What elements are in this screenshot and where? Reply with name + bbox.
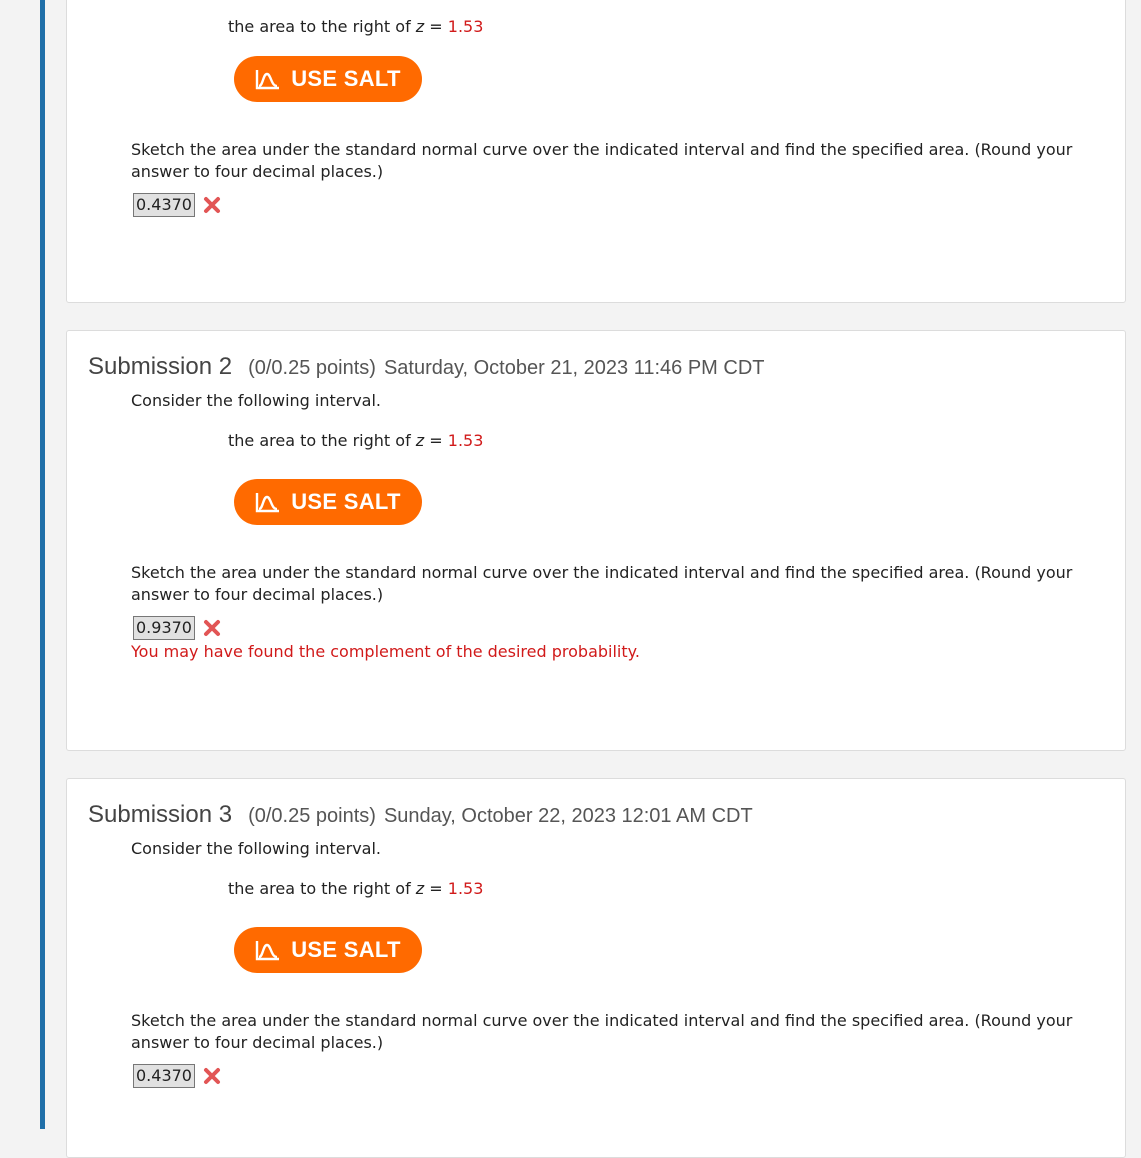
interval-statement: the area to the right of z = 1.53 xyxy=(228,879,483,898)
salt-curve-icon xyxy=(256,70,280,90)
interval-equals: = xyxy=(424,879,448,898)
submission-title: Submission 2 xyxy=(88,353,233,380)
use-salt-button[interactable]: USE SALT xyxy=(234,927,422,973)
interval-variable: z xyxy=(415,879,425,898)
interval-statement: the area to the right of z = 1.53 xyxy=(228,17,483,36)
interval-equals: = xyxy=(424,17,448,36)
submission-header: Submission 2 (0/0.25 points) Saturday, Oct… xyxy=(88,353,765,381)
use-salt-button[interactable]: USE SALT xyxy=(234,479,422,525)
question-text: Sketch the area under the standard norma… xyxy=(131,1011,1073,1052)
incorrect-x-icon xyxy=(203,1067,221,1085)
interval-variable: z xyxy=(415,431,425,450)
answer-row: 0.9370 xyxy=(133,616,221,640)
use-salt-label: USE SALT xyxy=(291,66,401,91)
use-salt-label: USE SALT xyxy=(291,937,401,962)
interval-text: the area to the right of xyxy=(228,431,416,450)
submission-date: Sunday, October 22, 2023 12:01 AM CDT xyxy=(383,805,753,827)
intro-text: Consider the following interval. xyxy=(131,839,381,858)
submission-points: (0/0.25 points) xyxy=(248,357,376,379)
submission-card-3: Submission 3 (0/0.25 points) Sunday, Octob… xyxy=(66,778,1126,1158)
interval-statement: the area to the right of z = 1.53 xyxy=(228,431,483,450)
question-text: Sketch the area under the standard norma… xyxy=(131,563,1073,604)
interval-variable: z xyxy=(415,17,425,36)
interval-equals: = xyxy=(424,431,448,450)
answer-value: 0.4370 xyxy=(133,1064,195,1088)
interval-value: 1.53 xyxy=(447,17,484,36)
submission-card-2: Submission 2 (0/0.25 points) Saturday, Oct… xyxy=(66,330,1126,751)
incorrect-x-icon xyxy=(203,619,221,637)
submission-title: Submission 3 xyxy=(88,801,233,828)
use-salt-button[interactable]: USE SALT xyxy=(234,56,422,102)
interval-value: 1.53 xyxy=(447,431,484,450)
answer-value: 0.9370 xyxy=(133,616,195,640)
submission-date: Saturday, October 21, 2023 11:46 PM CDT xyxy=(383,357,765,379)
incorrect-x-icon xyxy=(203,196,221,214)
answer-value: 0.4370 xyxy=(133,193,195,217)
interval-value: 1.53 xyxy=(447,879,484,898)
submission-header: Submission 3 (0/0.25 points) Sunday, Octob… xyxy=(88,801,753,829)
salt-curve-icon xyxy=(256,941,280,961)
question-text: Sketch the area under the standard norma… xyxy=(131,140,1073,181)
answer-row: 0.4370 xyxy=(133,193,221,217)
intro-text: Consider the following interval. xyxy=(131,391,381,410)
left-accent-rail xyxy=(40,0,45,1129)
feedback-message: You may have found the complement of the… xyxy=(131,642,640,661)
submission-card-1: the area to the right of z = 1.53 USE SA… xyxy=(66,0,1126,303)
submission-points: (0/0.25 points) xyxy=(248,805,376,827)
answer-row: 0.4370 xyxy=(133,1064,221,1088)
interval-text: the area to the right of xyxy=(228,17,416,36)
use-salt-label: USE SALT xyxy=(291,489,401,514)
salt-curve-icon xyxy=(256,493,280,513)
interval-text: the area to the right of xyxy=(228,879,416,898)
